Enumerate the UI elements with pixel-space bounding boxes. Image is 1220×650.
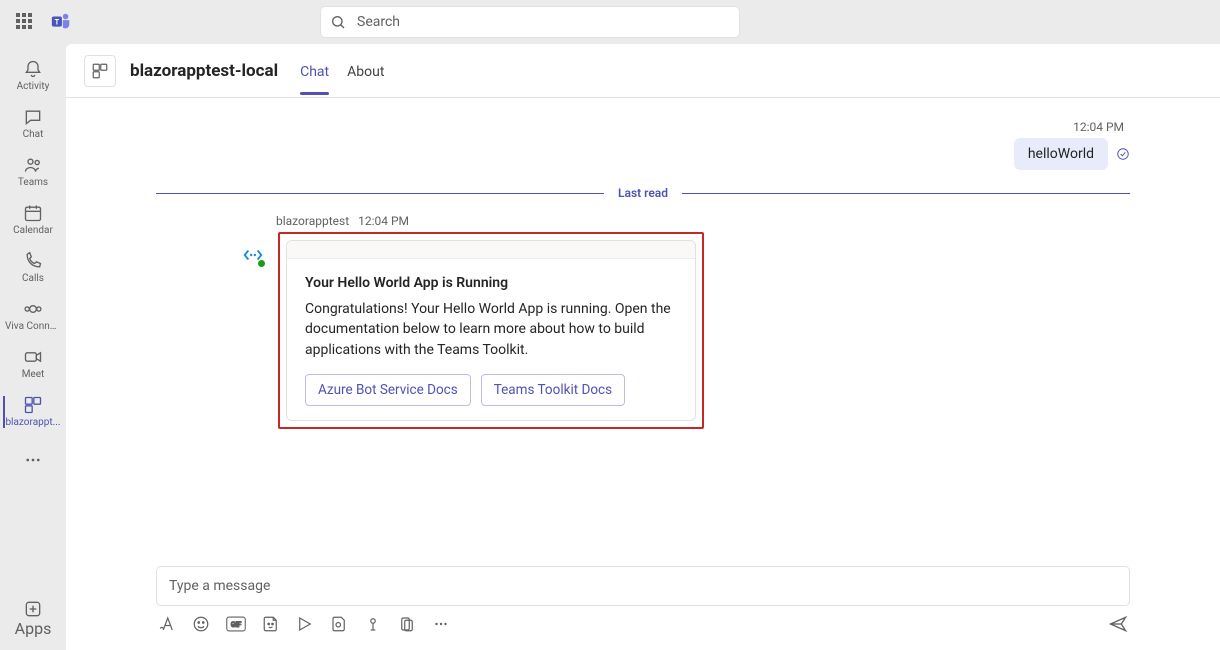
compose-input[interactable] [169,578,1117,594]
svg-text:GIF: GIF [231,621,242,629]
stream-icon[interactable] [296,615,314,633]
rail-chat[interactable]: Chat [3,100,63,148]
app-launcher-icon[interactable] [16,13,34,31]
teams-logo-icon: T [50,11,72,33]
outgoing-message: helloWorld [1014,138,1108,170]
card-title: Your Hello World App is Running [305,275,677,291]
tabs: Chat About [300,48,384,94]
svg-text:T: T [55,17,60,26]
more-icon[interactable] [432,615,450,633]
rail-label: Activity [17,81,50,93]
gif-icon[interactable]: GIF [226,615,246,633]
title-bar: T [0,0,1220,44]
presence-available-icon [257,259,266,268]
adaptive-card: Your Hello World App is Running Congratu… [286,240,696,421]
rail-teams[interactable]: Teams [3,148,63,196]
bot-avatar-icon [242,244,264,266]
chat-title: blazorapptest-local [130,61,278,81]
rail-label: Apps [15,619,52,638]
sticker-icon[interactable] [262,615,280,633]
tab-about[interactable]: About [347,48,384,94]
last-read-divider: Last read [156,186,1130,200]
rail-label: blazorappt... [5,417,60,429]
message-list: 12:04 PM helloWorld Last read blazorappt… [66,98,1220,566]
rail-label: Calendar [13,225,53,237]
rail-meet[interactable]: Meet [3,340,63,388]
format-icon[interactable] [158,615,176,633]
bot-message-meta: blazorapptest 12:04 PM [276,214,1130,228]
rail-more[interactable] [3,436,63,484]
rail-label: Teams [18,177,48,189]
rail-label: Calls [22,273,44,285]
rail-app-active[interactable]: blazorappt... [3,388,63,436]
loop-icon[interactable] [330,615,348,633]
app-rail: Activity Chat Teams Calendar Calls Viva … [0,44,66,650]
bot-message-time: 12:04 PM [358,214,409,228]
app-avatar-icon [84,55,116,87]
read-receipt-icon [1116,147,1130,161]
card-text: Congratulations! Your Hello World App is… [305,299,677,360]
content-pane: blazorapptest-local Chat About 12:04 PM … [66,44,1220,650]
rail-apps[interactable]: Apps [3,596,63,640]
attachment-icon[interactable] [398,615,416,633]
rail-label: Meet [22,369,45,381]
rail-calendar[interactable]: Calendar [3,196,63,244]
compose-box[interactable] [156,566,1130,606]
search-input[interactable] [320,6,740,38]
rail-label: Viva Conne... [5,321,61,333]
rail-activity[interactable]: Activity [3,52,63,100]
card-button-teams-toolkit-docs[interactable]: Teams Toolkit Docs [481,374,625,406]
last-read-label: Last read [604,186,682,200]
praise-icon[interactable] [364,615,382,633]
rail-viva[interactable]: Viva Conne... [3,292,63,340]
search-icon [330,14,346,30]
compose-toolbar: GIF [156,606,1130,638]
send-icon[interactable] [1108,614,1128,634]
highlight-frame: Your Hello World App is Running Congratu… [278,232,704,429]
rail-label: Chat [23,129,44,141]
chat-header: blazorapptest-local Chat About [66,44,1220,98]
bot-sender-name: blazorapptest [276,214,349,228]
rail-calls[interactable]: Calls [3,244,63,292]
card-button-azure-docs[interactable]: Azure Bot Service Docs [305,374,471,406]
emoji-icon[interactable] [192,615,210,633]
search-container [320,6,740,38]
outgoing-timestamp: 12:04 PM [156,120,1124,134]
compose-area: GIF [66,566,1220,650]
tab-chat[interactable]: Chat [300,48,329,94]
